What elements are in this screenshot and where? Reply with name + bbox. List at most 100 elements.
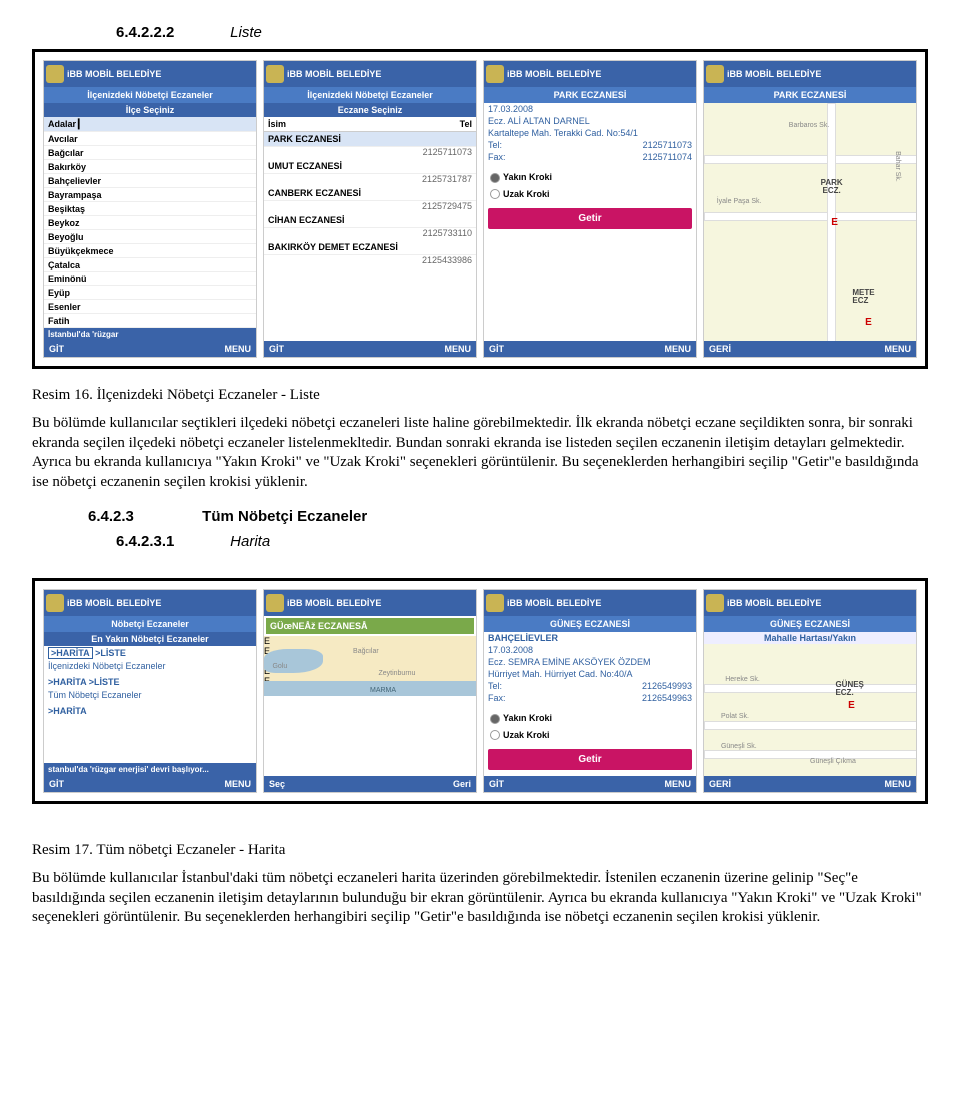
list-item[interactable]: Beyoğlu — [44, 230, 256, 244]
getir-button[interactable]: Getir — [488, 208, 692, 229]
section-heading-tum-nobetci: 6.4.2.3 Tüm Nöbetçi Eczaneler — [32, 508, 928, 525]
menu-link[interactable]: >HARİTA >LİSTE — [44, 675, 256, 689]
tel-value: 2125729475 — [264, 201, 476, 213]
softkey-menu[interactable]: MENU — [445, 344, 472, 354]
city-label: Zeytinburnu — [378, 670, 415, 677]
softkey-sec[interactable]: Seç — [269, 779, 285, 789]
street-label: Hereke Sk. — [725, 676, 760, 683]
list-item[interactable]: PARK ECZANESİ — [264, 132, 476, 147]
section-number: 6.4.2.3 — [88, 508, 198, 525]
ibb-logo-icon — [46, 65, 64, 83]
softkey-menu[interactable]: MENU — [225, 779, 252, 789]
list-item[interactable]: UMUT ECZANESİ — [264, 159, 476, 174]
section-title: Liste — [230, 24, 262, 41]
list-item[interactable]: Fatih — [44, 314, 256, 328]
softkey-git[interactable]: GİT — [489, 779, 504, 789]
phone-title: İlçenizdeki Nöbetçi Eczaneler — [264, 87, 476, 103]
brand-label: iBB MOBİL BELEDİYE — [67, 598, 161, 608]
city-map-view[interactable]: Bağcılar Zeytinburnu Golu MARMA E E E E … — [264, 636, 476, 776]
detail-district: BAHÇELİEVLER — [484, 632, 696, 644]
softkey-geri[interactable]: GERİ — [709, 779, 731, 789]
detail-address: Kartaltepe Mah. Terakki Cad. No:54/1 — [484, 127, 696, 139]
tel-value: 2125731787 — [264, 174, 476, 186]
body-text-fig17: Bu bölümde kullanıcılar İstanbul'daki tü… — [32, 869, 928, 928]
list-item[interactable]: Bayrampaşa — [44, 188, 256, 202]
detail-name: Ecz. SEMRA EMİNE AKSÖYEK ÖZDEM — [484, 656, 696, 668]
phone-brand-bar: iBB MOBİL BELEDİYE — [704, 590, 916, 616]
detail-address: Hürriyet Mah. Hürriyet Cad. No:40/A — [484, 668, 696, 680]
softkey-menu[interactable]: MENU — [665, 344, 692, 354]
city-label: Golu — [272, 663, 287, 670]
district-list[interactable]: Adalar ┃ Avcılar Bağcılar Bakırköy Bahçe… — [44, 117, 256, 328]
ibb-logo-icon — [486, 65, 504, 83]
softkey-bar: GİT MENU — [264, 341, 476, 357]
softkey-geri[interactable]: Geri — [453, 779, 471, 789]
getir-button[interactable]: Getir — [488, 749, 692, 770]
softkey-git[interactable]: GİT — [269, 344, 284, 354]
marker-e-icon: E — [264, 636, 476, 646]
detail-tel: Tel:2126549993 — [484, 680, 696, 692]
list-item[interactable]: Adalar ┃ — [44, 117, 256, 132]
park-ecz-label: PARKECZ. — [821, 179, 843, 195]
menu-category: Tüm Nöbetçi Eczaneler — [44, 689, 256, 704]
radio-icon — [490, 189, 500, 199]
list-item[interactable]: Avcılar — [44, 132, 256, 146]
softkey-git[interactable]: GİT — [489, 344, 504, 354]
sea-label: MARMA — [370, 687, 396, 694]
list-item[interactable]: Çatalca — [44, 258, 256, 272]
ibb-logo-icon — [486, 594, 504, 612]
list-item[interactable]: Bağcılar — [44, 146, 256, 160]
detail-fax: Fax:2125711074 — [484, 151, 696, 163]
softkey-bar: GİT MENU — [44, 776, 256, 792]
pharmacy-detail: 17.03.2008 Ecz. ALİ ALTAN DARNEL Kartalt… — [484, 103, 696, 341]
pharmacy-list[interactable]: İsimTel PARK ECZANESİ2125711073 UMUT ECZ… — [264, 117, 476, 341]
softkey-bar: GİT MENU — [484, 341, 696, 357]
selected-eczane: GÜœNEÅž ECZANESÅ — [266, 618, 474, 634]
menu-body: >HARİTA >LİSTE İlçenizdeki Nöbetçi Eczan… — [44, 646, 256, 763]
marker-e-icon: E — [831, 217, 838, 228]
detail-date: 17.03.2008 — [484, 644, 696, 656]
radio-yakin-kroki[interactable]: Yakın Kroki — [484, 169, 696, 186]
softkey-git[interactable]: GİT — [49, 779, 64, 789]
detail-name: Ecz. ALİ ALTAN DARNEL — [484, 115, 696, 127]
map-view[interactable]: Barbaros Sk. Bahar Sk. İyale Paşa Sk. PA… — [704, 103, 916, 341]
softkey-git[interactable]: GİT — [49, 344, 64, 354]
phone-park-detail: iBB MOBİL BELEDİYE PARK ECZANESİ 17.03.2… — [483, 60, 697, 358]
phone-gunes-detail: iBB MOBİL BELEDİYE GÜNEŞ ECZANESİ BAHÇEL… — [483, 589, 697, 793]
tel-value: 2125433986 — [264, 255, 476, 267]
softkey-menu[interactable]: MENU — [665, 779, 692, 789]
phone-brand-bar: iBB MOBİL BELEDİYE — [264, 590, 476, 616]
radio-uzak-kroki[interactable]: Uzak Kroki — [484, 186, 696, 203]
street-label: Bahar Sk. — [894, 151, 901, 182]
list-item[interactable]: Beykoz — [44, 216, 256, 230]
list-item[interactable]: Bakırköy — [44, 160, 256, 174]
map-view[interactable]: Hereke Sk. Polat Sk. Güneşli Sk. Güneşli… — [704, 644, 916, 776]
softkey-menu[interactable]: MENU — [885, 344, 912, 354]
section-title: Tüm Nöbetçi Eczaneler — [202, 508, 367, 525]
softkey-menu[interactable]: MENU — [885, 779, 912, 789]
radio-uzak-kroki[interactable]: Uzak Kroki — [484, 727, 696, 744]
detail-fax: Fax:2126549963 — [484, 692, 696, 704]
radio-yakin-kroki[interactable]: Yakın Kroki — [484, 710, 696, 727]
menu-link[interactable]: >HARİTA >LİSTE — [44, 646, 256, 660]
menu-link[interactable]: >HARİTA — [44, 704, 256, 718]
list-item[interactable]: CİHAN ECZANESİ — [264, 213, 476, 228]
radio-icon — [490, 730, 500, 740]
phone-brand-bar: iBB MOBİL BELEDİYE — [44, 590, 256, 616]
phone-subtitle: Eczane Seçiniz — [264, 103, 476, 117]
list-item[interactable]: Beşiktaş — [44, 202, 256, 216]
city-label: Bağcılar — [353, 648, 379, 655]
softkey-geri[interactable]: GERİ — [709, 344, 731, 354]
list-item[interactable]: Eminönü — [44, 272, 256, 286]
list-item[interactable]: Bahçelievler — [44, 174, 256, 188]
list-item[interactable]: Büyükçekmece — [44, 244, 256, 258]
softkey-menu[interactable]: MENU — [225, 344, 252, 354]
brand-label: iBB MOBİL BELEDİYE — [727, 69, 821, 79]
list-item[interactable]: CANBERK ECZANESİ — [264, 186, 476, 201]
news-ticker: stanbul'da 'rüzgar enerjisi' devri başlı… — [44, 763, 256, 776]
list-item[interactable]: BAKIRKÖY DEMET ECZANESİ — [264, 240, 476, 255]
figure-16: iBB MOBİL BELEDİYE İlçenizdeki Nöbetçi E… — [32, 49, 928, 369]
list-item[interactable]: Esenler — [44, 300, 256, 314]
phone-park-map: iBB MOBİL BELEDİYE PARK ECZANESİ Barbaro… — [703, 60, 917, 358]
list-item[interactable]: Eyüp — [44, 286, 256, 300]
